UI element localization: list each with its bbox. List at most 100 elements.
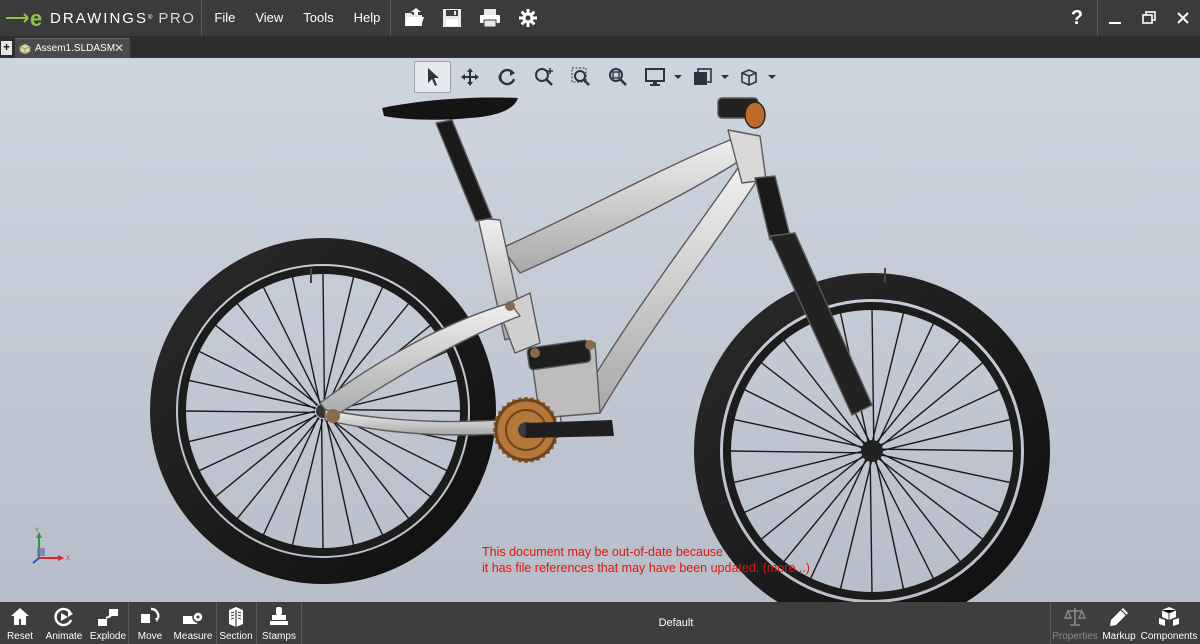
zoom-fit-icon — [608, 68, 627, 86]
more-link[interactable]: (more...) — [763, 561, 810, 575]
menu-help[interactable]: Help — [344, 0, 391, 36]
spoke — [188, 379, 316, 409]
chevron-down-icon — [768, 75, 776, 79]
section-button[interactable]: Section — [217, 602, 255, 644]
monitor-icon — [644, 68, 665, 86]
markup-label: Markup — [1102, 631, 1136, 642]
options-button[interactable] — [509, 0, 547, 36]
animate-button[interactable]: Animate — [40, 602, 88, 644]
shading-button[interactable] — [683, 61, 720, 93]
spoke — [871, 308, 875, 442]
shading-dropdown[interactable] — [720, 61, 730, 93]
zoom-to-fit-button[interactable] — [599, 61, 636, 93]
spoke — [875, 460, 905, 590]
scales-icon — [1064, 608, 1086, 626]
components-label: Components — [1140, 631, 1198, 642]
view-actions-group: Reset Animate Explode — [0, 602, 128, 644]
chevron-down-icon — [721, 75, 729, 79]
spoke — [320, 418, 324, 550]
section-label: Section — [219, 631, 253, 642]
help-button[interactable]: ? — [1057, 0, 1097, 36]
spoke — [184, 410, 316, 414]
rotate-icon — [498, 68, 515, 86]
cube-icon — [740, 69, 757, 86]
saddle[interactable] — [382, 97, 518, 120]
window-controls: ? — [1057, 0, 1200, 36]
markup-button[interactable]: Markup — [1098, 602, 1140, 644]
cursor-arrow-icon — [427, 68, 439, 86]
spoke — [729, 450, 863, 454]
view-orientation-dropdown[interactable] — [767, 61, 777, 93]
spoke — [291, 276, 321, 404]
assembly-icon — [19, 43, 31, 54]
select-tool-button[interactable] — [414, 61, 451, 93]
panels-group: Properties Markup Components — [1052, 602, 1198, 644]
measure-button[interactable]: Measure — [170, 602, 216, 644]
spoke — [291, 418, 324, 546]
move-button[interactable]: Move — [130, 602, 170, 644]
properties-button[interactable]: Properties — [1052, 602, 1098, 644]
spoke — [198, 350, 316, 410]
spoke — [881, 454, 1011, 484]
close-window-button[interactable] — [1166, 0, 1200, 36]
quick-access-toolbar — [395, 0, 547, 36]
pan-tool-button[interactable] — [451, 61, 488, 93]
stamps-group: Stamps — [258, 602, 300, 644]
separator — [1050, 602, 1051, 644]
restore-icon — [1142, 11, 1156, 24]
warning-line-1: This document may be out-of-date because — [482, 545, 724, 559]
edrawings-logo-icon: e — [6, 6, 42, 31]
tab-close-button[interactable]: ✕ — [114, 41, 124, 55]
warning-line-2-text: it has file references that may have bee… — [482, 561, 760, 575]
warning-line-2: it has file references that may have bee… — [482, 560, 810, 576]
menu-view[interactable]: View — [245, 0, 293, 36]
configuration-name[interactable]: Default — [302, 602, 1050, 644]
stamps-button[interactable]: Stamps — [258, 602, 300, 644]
shaded-views-icon — [693, 68, 712, 85]
spoke — [325, 418, 355, 546]
document-tab-strip: + Assem1.SLDASM ✕ — [0, 36, 1200, 58]
tab-assem1[interactable]: Assem1.SLDASM ✕ — [15, 38, 130, 58]
measure-label: Measure — [173, 631, 213, 642]
chevron-down-icon — [674, 75, 682, 79]
rear-wheel[interactable] — [150, 238, 496, 584]
rotate-tool-button[interactable] — [488, 61, 525, 93]
print-button[interactable] — [471, 0, 509, 36]
zoom-to-area-button[interactable] — [562, 61, 599, 93]
minimize-button[interactable] — [1098, 0, 1132, 36]
explode-label: Explode — [89, 631, 127, 642]
open-button[interactable] — [395, 0, 433, 36]
spoke — [881, 448, 1015, 452]
separator — [390, 0, 392, 36]
menu-tools[interactable]: Tools — [293, 0, 343, 36]
title-bar: e DRAWINGS ® PRO File View Tools Help ? — [0, 0, 1200, 36]
menu-file[interactable]: File — [204, 0, 245, 36]
explode-icon — [98, 609, 118, 626]
section-group: Section — [217, 602, 255, 644]
pan-arrows-icon — [460, 68, 479, 86]
triad-x-label: X — [66, 556, 70, 562]
house-icon — [11, 608, 29, 625]
new-tab-button[interactable]: + — [1, 41, 12, 55]
components-button[interactable]: Components — [1140, 602, 1198, 644]
open-folder-icon — [405, 8, 425, 26]
display-style-button[interactable] — [636, 61, 673, 93]
spoke — [322, 272, 326, 404]
save-button[interactable] — [433, 0, 471, 36]
close-icon — [1177, 12, 1189, 24]
section-icon — [229, 607, 243, 627]
gear-icon — [519, 9, 538, 27]
app-logo: e DRAWINGS ® PRO — [0, 0, 195, 36]
bike-assembly-model[interactable] — [0, 58, 1200, 602]
stamp-icon — [270, 607, 288, 625]
pen-icon — [1110, 608, 1128, 626]
zoom-tool-button[interactable] — [525, 61, 562, 93]
restore-button[interactable] — [1132, 0, 1166, 36]
animate-icon — [54, 607, 73, 627]
out-of-date-warning: This document may be out-of-date because… — [482, 544, 810, 576]
display-style-dropdown[interactable] — [673, 61, 683, 93]
view-orientation-button[interactable] — [730, 61, 767, 93]
explode-button[interactable]: Explode — [88, 602, 128, 644]
reset-button[interactable]: Reset — [0, 602, 40, 644]
3d-viewport[interactable]: This document may be out-of-date because… — [0, 58, 1200, 602]
